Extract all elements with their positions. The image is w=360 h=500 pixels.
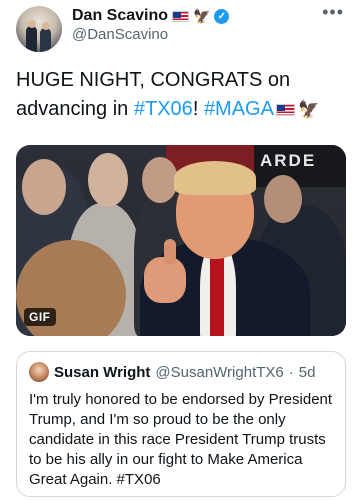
avatar-figure-right xyxy=(40,28,51,52)
media-thumbs-up-hand xyxy=(144,257,186,303)
media-person-head xyxy=(142,157,178,203)
media-person-head xyxy=(264,175,302,223)
hashtag-link[interactable]: #TX06 xyxy=(134,98,193,120)
more-options-button[interactable]: ••• xyxy=(322,2,344,23)
eagle-icon: 🦅 xyxy=(193,8,211,24)
media-person-head xyxy=(22,159,66,215)
us-flag-icon xyxy=(275,104,295,116)
quoted-author-name[interactable]: Susan Wright xyxy=(54,364,150,381)
eagle-icon: 🦅 xyxy=(297,100,320,119)
hashtag-link[interactable]: #MAGA xyxy=(204,98,274,120)
quoted-author-handle[interactable]: @SusanWrightTX6 xyxy=(155,364,283,381)
tweet-text: HUGE NIGHT, CONGRATS on advancing in #TX… xyxy=(16,66,346,124)
quoted-tweet-header: Susan Wright @SusanWrightTX6 · 5d xyxy=(29,362,333,382)
us-flag-icon xyxy=(172,10,190,22)
avatar-head-right xyxy=(42,22,50,30)
gif-badge: GIF xyxy=(24,308,56,326)
tweet-card[interactable]: Dan Scavino 🦅 ✓ @DanScavino ••• HUGE NIG… xyxy=(0,0,360,500)
quoted-tweet-time[interactable]: 5d xyxy=(299,364,316,381)
author-handle[interactable]: @DanScavino xyxy=(72,26,168,43)
avatar-head-left xyxy=(28,20,36,28)
media-arena-sign: ARDE xyxy=(254,145,346,187)
avatar-figure-left xyxy=(26,26,37,52)
media-person-head xyxy=(88,153,128,207)
quoted-author-avatar[interactable] xyxy=(29,362,49,382)
tweet-text-part: ! xyxy=(192,98,204,120)
author-avatar[interactable] xyxy=(16,6,62,52)
media-thumbs-up-thumb xyxy=(164,239,176,265)
media-main-person-tie xyxy=(210,249,224,336)
verified-badge-icon: ✓ xyxy=(214,8,230,24)
quoted-tweet-text: I'm truly honored to be endorsed by Pres… xyxy=(29,391,333,488)
tweet-media-gif[interactable]: ARDE GIF xyxy=(16,145,346,336)
separator-dot: · xyxy=(288,363,294,381)
quoted-tweet[interactable]: Susan Wright @SusanWrightTX6 · 5d I'm tr… xyxy=(16,351,346,497)
author-display-name[interactable]: Dan Scavino xyxy=(72,7,168,25)
media-main-person-hair xyxy=(174,161,256,195)
author-name-row: Dan Scavino 🦅 ✓ xyxy=(72,6,230,26)
